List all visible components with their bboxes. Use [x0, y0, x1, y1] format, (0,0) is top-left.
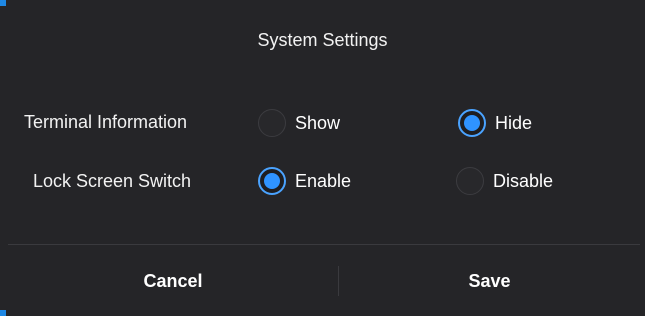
disable-radio[interactable]	[456, 167, 484, 195]
enable-radio[interactable]	[258, 167, 286, 195]
lock-screen-switch-label: Lock Screen Switch	[33, 171, 192, 191]
dialog-title: System Settings	[257, 30, 388, 50]
enable-option-label: Enable	[295, 170, 352, 191]
terminal-information-label: Terminal Information	[24, 112, 188, 132]
hide-option-label: Hide	[495, 112, 533, 133]
disable-option-label: Disable	[493, 170, 554, 191]
actions-divider	[8, 244, 640, 245]
lock-screen-disable-option[interactable]: Disable	[456, 165, 553, 197]
corner-accent-top	[0, 0, 6, 6]
show-option-label: Show	[295, 112, 341, 133]
system-settings-dialog: System Settings Terminal Information Sho…	[0, 0, 645, 316]
save-button[interactable]: Save	[339, 246, 640, 316]
hide-radio[interactable]	[458, 109, 486, 137]
terminal-information-show-option[interactable]: Show	[258, 107, 340, 139]
terminal-information-hide-option[interactable]: Hide	[458, 107, 532, 139]
show-radio[interactable]	[258, 109, 286, 137]
lock-screen-enable-option[interactable]: Enable	[258, 165, 351, 197]
cancel-button[interactable]: Cancel	[8, 246, 338, 316]
corner-accent-bottom	[0, 310, 6, 316]
